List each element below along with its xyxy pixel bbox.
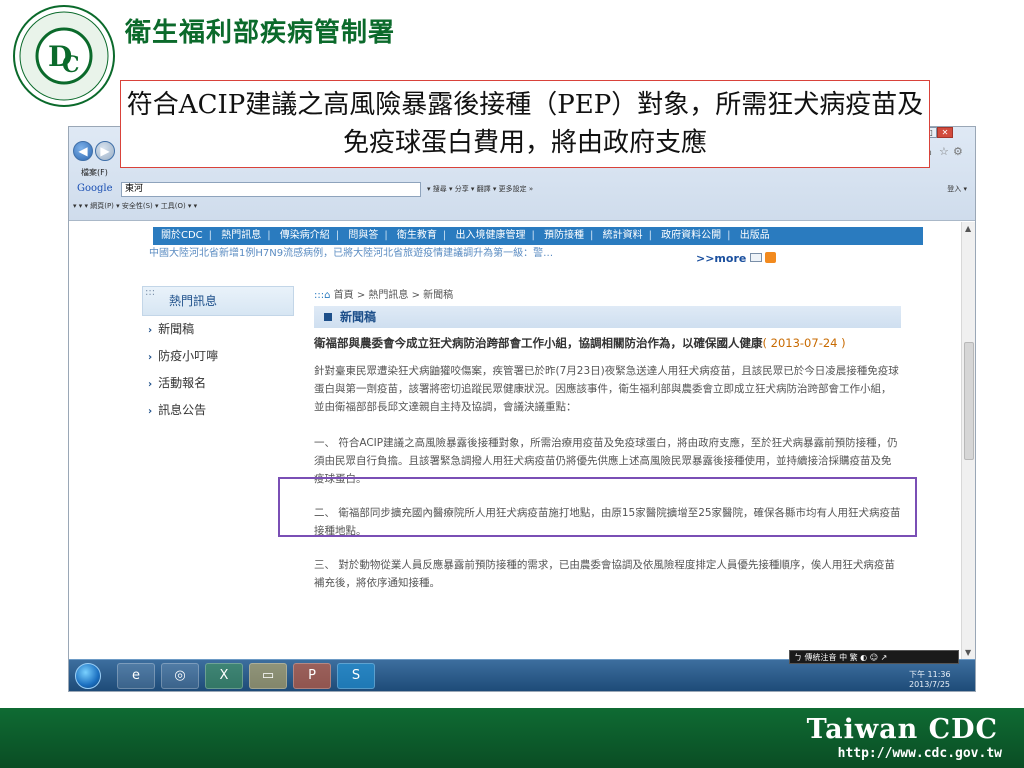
clock[interactable]: 下午 11:36 2013/7/25 [909, 670, 951, 690]
chevron-right-icon: › [148, 325, 153, 336]
close-icon[interactable]: ✕ [937, 127, 953, 138]
footer-brand: Taiwan CDC [806, 714, 998, 745]
menu-item[interactable]: 問與答 [348, 230, 378, 241]
menu-item[interactable]: 熱門訊息 [221, 230, 261, 241]
google-label: Google [77, 183, 113, 194]
google-toolbar: Google 東河 ▾ 搜尋 ▾ 分享 ▾ 翻譯 ▾ 更多設定 » 登入 ▾ [73, 181, 973, 198]
sidebar-item-news[interactable]: › 新聞稿 [142, 316, 294, 343]
sidebar-item-notices[interactable]: › 訊息公告 [142, 397, 294, 424]
sidebar-item-tips[interactable]: › 防疫小叮嚀 [142, 343, 294, 370]
forward-button[interactable]: ▶ [95, 141, 115, 161]
slide-footer: Taiwan CDC http://www.cdc.gov.tw [0, 708, 1024, 768]
breadcrumb-text[interactable]: 首頁 > 熱門訊息 > 新聞稿 [334, 290, 453, 301]
section-header: 新聞稿 [314, 306, 901, 328]
browser-window: ◀ ▶ 檔案(F) Google 東河 ▾ 搜尋 ▾ 分享 ▾ 翻譯 ▾ 更多設… [68, 126, 976, 692]
article-headline: 衛福部與農委會今成立狂犬病防治跨部會工作小組，協調相關防治作為，以確保國人健康(… [314, 336, 846, 350]
google-login-link[interactable]: 登入 ▾ [947, 184, 967, 194]
article-date: ( 2013-07-24 ) [762, 336, 846, 350]
article-paragraph-3: 三、 對於動物從業人員反應暴露前預防接種的需求，已由農委會協調及依風險程度排定人… [314, 559, 895, 589]
rss-icon[interactable] [765, 252, 777, 263]
article-content: :::⌂ 首頁 > 熱門訊息 > 新聞稿 新聞稿 衛福部與農委會今成立狂犬病防治… [314, 286, 901, 592]
news-ticker[interactable]: 中國大陸河北省新增1例H7N9流感病例，已將大陸河北省旅遊疫情建議調升為第一級：… [149, 247, 659, 265]
folder-icon[interactable]: ▭ [249, 663, 287, 689]
presentation-slide: D C 衛生福利部疾病管制署 ◀ ▶ 檔案(F) Google 東河 ▾ 搜尋 … [0, 0, 1024, 768]
menu-item[interactable]: 傳染病介紹 [280, 230, 330, 241]
back-button[interactable]: ◀ [73, 141, 93, 161]
highlight-title-box: 符合ACIP建議之高風險暴露後接種（PEP）對象，所需狂犬病疫苗及免疫球蛋白費用… [120, 80, 930, 168]
more-label[interactable]: >>more [696, 252, 746, 265]
sidebar-title: 熱門訊息 [169, 294, 218, 308]
menu-item[interactable]: 政府資料公開 [661, 230, 721, 241]
google-tools[interactable]: ▾ 搜尋 ▾ 分享 ▾ 翻譯 ▾ 更多設定 » [427, 184, 533, 194]
more-link[interactable]: >>more [696, 252, 777, 265]
mail-icon[interactable] [750, 253, 763, 262]
powerpoint-icon[interactable]: P [293, 663, 331, 689]
vertical-scrollbar[interactable]: ▲ ▼ [961, 222, 975, 659]
skype-icon[interactable]: S [337, 663, 375, 689]
slide-org-title: 衛生福利部疾病管制署 [125, 18, 396, 48]
google-search-input[interactable]: 東河 [121, 182, 421, 197]
footer-url: http://www.cdc.gov.tw [837, 746, 1002, 761]
svg-text:C: C [62, 52, 80, 78]
chevron-right-icon: › [148, 352, 153, 363]
menu-item[interactable]: 預防接種 [544, 230, 584, 241]
chevron-right-icon: › [148, 406, 153, 417]
system-tray: 下午 11:36 2013/7/25 [789, 662, 973, 690]
excel-icon[interactable]: X [205, 663, 243, 689]
scroll-down-icon[interactable]: ▼ [965, 648, 971, 657]
square-bullet-icon [324, 313, 332, 321]
menu-item[interactable]: 出版品 [740, 230, 770, 241]
windows-taskbar: e ◎ X ▭ P S ㄅ 傳統注音 中 繁 ◐ ☺ ↗ 下午 11:36 20… [69, 650, 975, 691]
sidebar-item-events[interactable]: › 活動報名 [142, 370, 294, 397]
menu-item[interactable]: 衛生教育 [397, 230, 437, 241]
command-bar[interactable]: ▾ ▾ ▾ 網頁(P) ▾ 安全性(S) ▾ 工具(O) ▾ ▾ [73, 201, 197, 211]
dots-icon: ::: [145, 287, 156, 298]
gear-icon[interactable]: ⚙ [953, 145, 963, 158]
chevron-right-icon: › [148, 379, 153, 390]
highlight-paragraph-box [278, 477, 917, 537]
star-icon[interactable]: ☆ [939, 145, 949, 158]
menu-item[interactable]: 出入境健康管理 [455, 230, 525, 241]
article-paragraph-intro: 針對臺東民眾遭染狂犬病鼬獾咬傷案，疾管署已於昨(7月23日)夜緊急送達人用狂犬病… [314, 365, 899, 413]
cdc-logo: D C [13, 5, 115, 107]
scroll-up-icon[interactable]: ▲ [965, 224, 971, 233]
menu-item[interactable]: 關於CDC [161, 230, 203, 241]
breadcrumb: :::⌂ 首頁 > 熱門訊息 > 新聞稿 [314, 286, 901, 306]
start-button[interactable] [75, 663, 101, 689]
ie-icon[interactable]: e [117, 663, 155, 689]
sidebar: ::: 熱門訊息 › 新聞稿 › 防疫小叮嚀 › 活動報名 › 訊息公告 [142, 286, 294, 424]
menu-item[interactable]: 統計資料 [603, 230, 643, 241]
sidebar-header: ::: 熱門訊息 [142, 286, 294, 316]
web-page: 關於CDC | 熱門訊息 | 傳染病介紹 | 問與答 | 衛生教育 | 出入境健康管理 | … [69, 222, 961, 659]
site-main-menu: 關於CDC | 熱門訊息 | 傳染病介紹 | 問與答 | 衛生教育 | 出入境健康管理 | … [153, 227, 923, 245]
section-title: 新聞稿 [340, 310, 377, 324]
home-icon[interactable]: :::⌂ [314, 290, 330, 301]
media-icon[interactable]: ◎ [161, 663, 199, 689]
scroll-thumb[interactable] [964, 342, 974, 460]
